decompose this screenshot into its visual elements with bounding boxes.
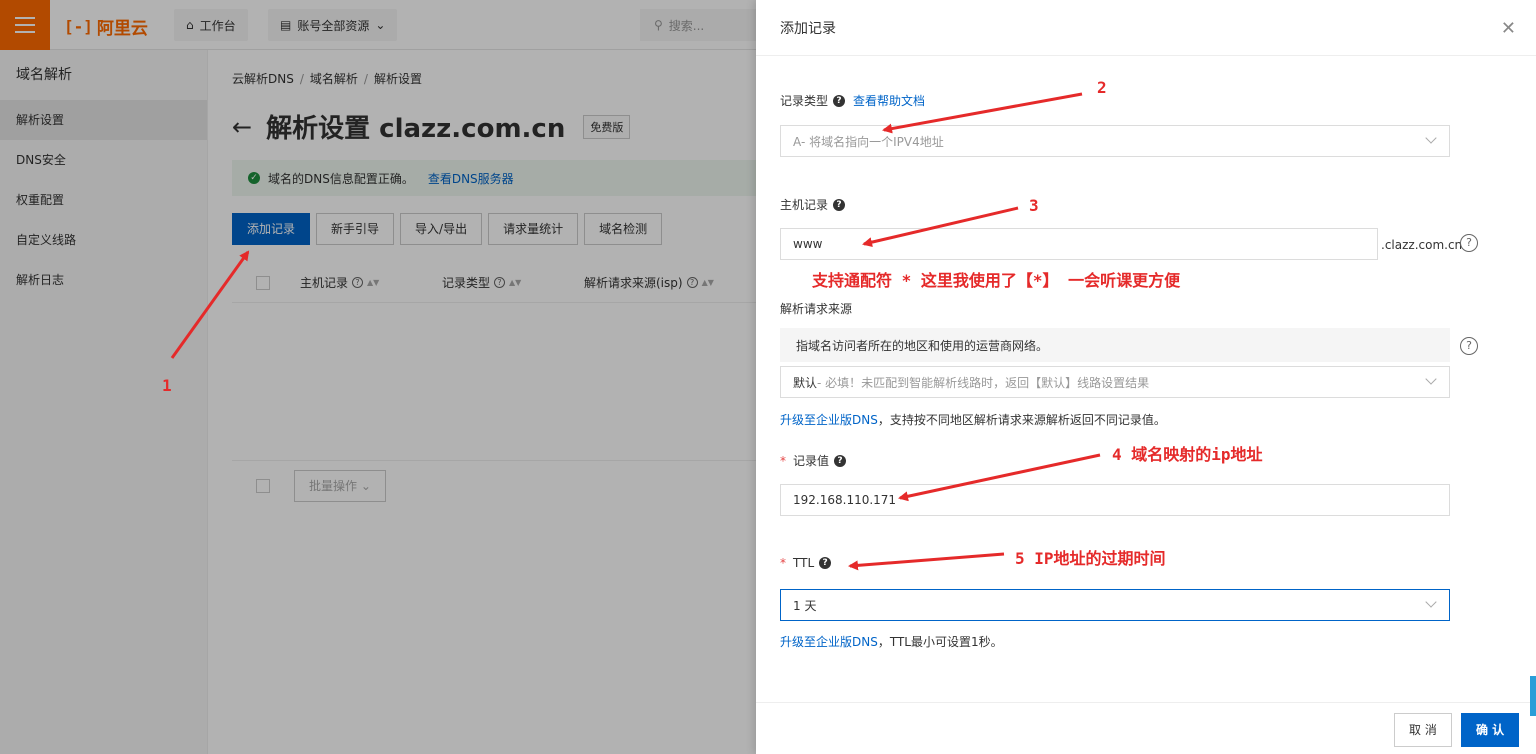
help-doc-link[interactable]: 查看帮助文档 (853, 92, 925, 109)
domain-suffix: .clazz.com.cn (1381, 238, 1463, 252)
chevron-down-icon (1425, 596, 1437, 608)
help-circle-icon[interactable]: ? (1460, 337, 1478, 355)
request-source-label: 解析请求来源 (780, 302, 853, 316)
annotation-step-3: 3 (1029, 196, 1039, 215)
record-value-input[interactable]: 192.168.110.171 (780, 484, 1450, 516)
host-record-input[interactable]: www (780, 228, 1378, 260)
record-type-label: 记录类型 ? 查看帮助文档 (780, 92, 926, 109)
drawer-title: 添加记录 (756, 0, 1536, 56)
record-value-label: * 记录值 ? (780, 452, 847, 469)
annotation-wildcard: 支持通配符 * 这里我使用了【*】 一会听课更方便 (812, 271, 1181, 290)
modal-overlay[interactable] (0, 0, 756, 754)
chevron-down-icon (1425, 132, 1437, 144)
question-icon[interactable]: ? (819, 557, 832, 569)
confirm-button[interactable]: 确 认 (1461, 713, 1520, 747)
request-source-select[interactable]: 默认 - 必填！未匹配到智能解析线路时，返回【默认】线路设置结果 (780, 366, 1450, 398)
annotation-step-2: 2 (1097, 78, 1107, 97)
record-type-select[interactable]: A- 将域名指向一个IPV4地址 (780, 125, 1450, 157)
request-source-info: 指域名访问者所在的地区和使用的运营商网络。 (780, 328, 1450, 362)
annotation-step-4: 4 域名映射的ip地址 (1112, 445, 1263, 464)
required-marker: * (780, 453, 786, 468)
add-record-drawer: 添加记录 ✕ 记录类型 ? 查看帮助文档 A- 将域名指向一个IPV4地址 主机… (756, 0, 1536, 754)
required-marker: * (780, 556, 786, 570)
annotation-step-1: 1 (162, 376, 172, 395)
help-circle-icon[interactable]: ? (1460, 234, 1478, 252)
scrollbar-thumb[interactable] (1530, 676, 1536, 716)
annotation-step-5: 5 IP地址的过期时间 (1015, 549, 1166, 568)
ttl-select[interactable]: 1 天 (780, 589, 1450, 621)
chevron-down-icon (1425, 373, 1437, 385)
cancel-button[interactable]: 取 消 (1394, 713, 1452, 747)
ttl-upgrade-hint: 升级至企业版DNS，TTL最小可设置1秒。 (780, 635, 1003, 649)
source-upgrade-hint: 升级至企业版DNS，支持按不同地区解析请求来源解析返回不同记录值。 (780, 413, 1166, 427)
upgrade-enterprise-link[interactable]: 升级至企业版DNS (780, 413, 878, 427)
drawer-footer: 取 消 确 认 (756, 702, 1536, 754)
question-icon[interactable]: ? (833, 94, 846, 107)
host-record-label: 主机记录 ? (780, 196, 846, 213)
close-icon[interactable]: ✕ (1501, 18, 1516, 39)
question-icon[interactable]: ? (834, 454, 847, 467)
ttl-label: * TTL ? (780, 556, 832, 570)
question-icon[interactable]: ? (833, 198, 846, 211)
upgrade-enterprise-link[interactable]: 升级至企业版DNS (780, 635, 878, 649)
